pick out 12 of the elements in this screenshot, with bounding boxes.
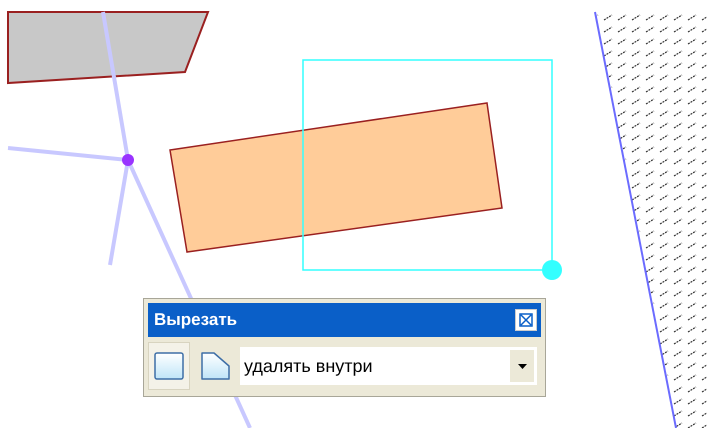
vertex-point[interactable] bbox=[122, 154, 134, 166]
mode-button[interactable] bbox=[148, 342, 190, 390]
cut-corner-icon bbox=[199, 350, 231, 382]
building-polygon[interactable] bbox=[169, 102, 503, 253]
toolbar-title: Вырезать bbox=[154, 310, 238, 330]
resize-handle[interactable] bbox=[542, 260, 562, 280]
caret-icon bbox=[518, 364, 526, 368]
mode-dropdown[interactable]: удалять внутри bbox=[240, 347, 537, 385]
rectangle-icon bbox=[153, 350, 185, 382]
close-icon bbox=[519, 313, 533, 327]
dropdown-value: удалять внутри bbox=[244, 356, 373, 376]
close-button[interactable] bbox=[515, 309, 537, 331]
